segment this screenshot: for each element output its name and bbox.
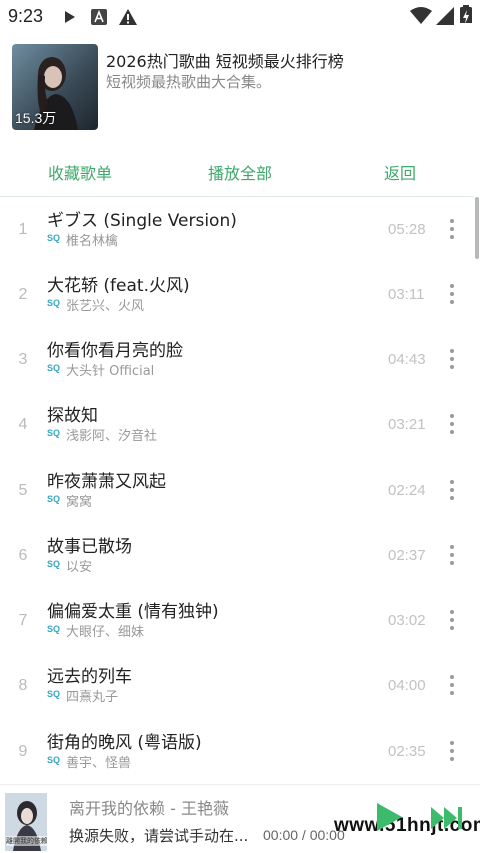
song-duration: 03:02 (388, 612, 426, 629)
song-duration: 04:00 (388, 677, 426, 694)
mini-player[interactable]: 離開我的依賴 离开我的依赖 - 王艳薇 换源失败，请尝试手动在... 00:00… (0, 784, 480, 853)
play-icon[interactable] (374, 801, 404, 833)
song-artist: 浅影阿、汐音社 (66, 429, 158, 444)
back-button[interactable]: 返回 (384, 160, 416, 184)
song-title: 远去的列车 (47, 667, 132, 687)
song-index: 1 (18, 221, 28, 238)
song-title: 故事已散场 (47, 537, 132, 557)
play-count: 15.3万 (15, 110, 57, 126)
song-artist: 张艺兴、火风 (66, 299, 145, 314)
more-options-icon[interactable] (444, 347, 460, 371)
sq-badge: SQ (47, 363, 61, 373)
sq-badge: SQ (47, 428, 61, 438)
playback-time: 00:00 / 00:00 (263, 827, 345, 843)
song-title: 昨夜萧萧又风起 (47, 472, 166, 492)
song-index: 9 (18, 743, 28, 760)
song-title: 大花轿 (feat.火风) (47, 276, 190, 296)
warning-icon (119, 9, 137, 25)
song-row[interactable]: 1 ギブス (Single Version) SQ 椎名林檎 05:28 (0, 197, 474, 262)
player-status-text: 换源失败，请尝试手动在... (69, 827, 249, 845)
song-row[interactable]: 9 街角的晚风 (粤语版) SQ 善宇、怪兽 02:35 (0, 719, 474, 784)
song-artist: 善宇、怪兽 (66, 756, 132, 771)
song-title: 探故知 (47, 406, 98, 426)
song-index: 7 (18, 612, 28, 629)
song-index: 5 (18, 482, 28, 499)
more-options-icon[interactable] (444, 282, 460, 306)
playlist-description: 短视频最热歌曲大合集。 (106, 73, 272, 91)
status-bar: 9:23 (0, 0, 480, 34)
wifi-icon (410, 7, 432, 24)
now-playing-title: 离开我的依赖 - 王艳薇 (69, 799, 229, 818)
song-artist: 大眼仔、细妹 (66, 625, 145, 640)
sq-badge: SQ (47, 755, 61, 765)
song-duration: 05:28 (388, 221, 426, 238)
more-options-icon[interactable] (444, 217, 460, 241)
song-title: 街角的晚风 (粤语版) (47, 733, 202, 753)
sq-badge: SQ (47, 624, 61, 634)
sq-badge: SQ (47, 233, 61, 243)
sq-badge: SQ (47, 559, 61, 569)
song-artist: 以安 (66, 560, 93, 575)
text-icon (91, 9, 107, 25)
status-time: 9:23 (8, 6, 44, 26)
song-row[interactable]: 8 远去的列车 SQ 四熹丸子 04:00 (0, 653, 474, 718)
more-options-icon[interactable] (444, 608, 460, 632)
song-row[interactable]: 2 大花轿 (feat.火风) SQ 张艺兴、火风 03:11 (0, 262, 474, 327)
song-duration: 03:21 (388, 416, 426, 433)
song-artist: 大头针 Official (66, 364, 155, 379)
song-duration: 04:43 (388, 351, 426, 368)
play-icon (65, 11, 75, 23)
song-row[interactable]: 3 你看你看月亮的脸 SQ 大头针 Official 04:43 (0, 327, 474, 392)
song-index: 6 (18, 547, 28, 564)
sq-badge: SQ (47, 689, 61, 699)
song-row[interactable]: 7 偏偏爱太重 (情有独钟) SQ 大眼仔、细妹 03:02 (0, 588, 474, 653)
song-index: 2 (18, 286, 28, 303)
song-row[interactable]: 5 昨夜萧萧又风起 SQ 窝窝 02:24 (0, 458, 474, 523)
song-index: 8 (18, 677, 28, 694)
sq-badge: SQ (47, 494, 61, 504)
more-options-icon[interactable] (444, 739, 460, 763)
song-duration: 02:37 (388, 547, 426, 564)
song-artist: 窝窝 (66, 495, 93, 510)
song-artist: 椎名林檎 (66, 234, 119, 249)
song-title: ギブス (Single Version) (47, 211, 237, 231)
song-index: 4 (18, 416, 28, 433)
song-row[interactable]: 4 探故知 SQ 浅影阿、汐音社 03:21 (0, 392, 474, 457)
play-all-button[interactable]: 播放全部 (208, 160, 272, 184)
song-duration: 02:35 (388, 743, 426, 760)
more-options-icon[interactable] (444, 412, 460, 436)
playlist-title: 2026热门歌曲 短视频最火排行榜 (106, 52, 344, 71)
list-scrollbar[interactable] (475, 197, 479, 259)
song-artist: 四熹丸子 (66, 690, 119, 705)
song-title: 偏偏爱太重 (情有独钟) (47, 602, 219, 622)
collect-playlist-button[interactable]: 收藏歌单 (48, 160, 112, 184)
next-track-icon[interactable] (430, 805, 464, 831)
more-options-icon[interactable] (444, 478, 460, 502)
more-options-icon[interactable] (444, 673, 460, 697)
battery-icon (460, 5, 472, 23)
player-cover-text: 離開我的依賴 (6, 836, 47, 846)
more-options-icon[interactable] (444, 543, 460, 567)
player-cover[interactable]: 離開我的依賴 (5, 793, 47, 851)
playlist-cover[interactable]: 15.3万 (12, 44, 98, 130)
song-duration: 03:11 (388, 286, 425, 303)
sq-badge: SQ (47, 298, 61, 308)
song-index: 3 (18, 351, 28, 368)
signal-icon (436, 7, 454, 25)
song-row[interactable]: 6 故事已散场 SQ 以安 02:37 (0, 523, 474, 588)
song-title: 你看你看月亮的脸 (47, 341, 183, 361)
song-duration: 02:24 (388, 482, 426, 499)
